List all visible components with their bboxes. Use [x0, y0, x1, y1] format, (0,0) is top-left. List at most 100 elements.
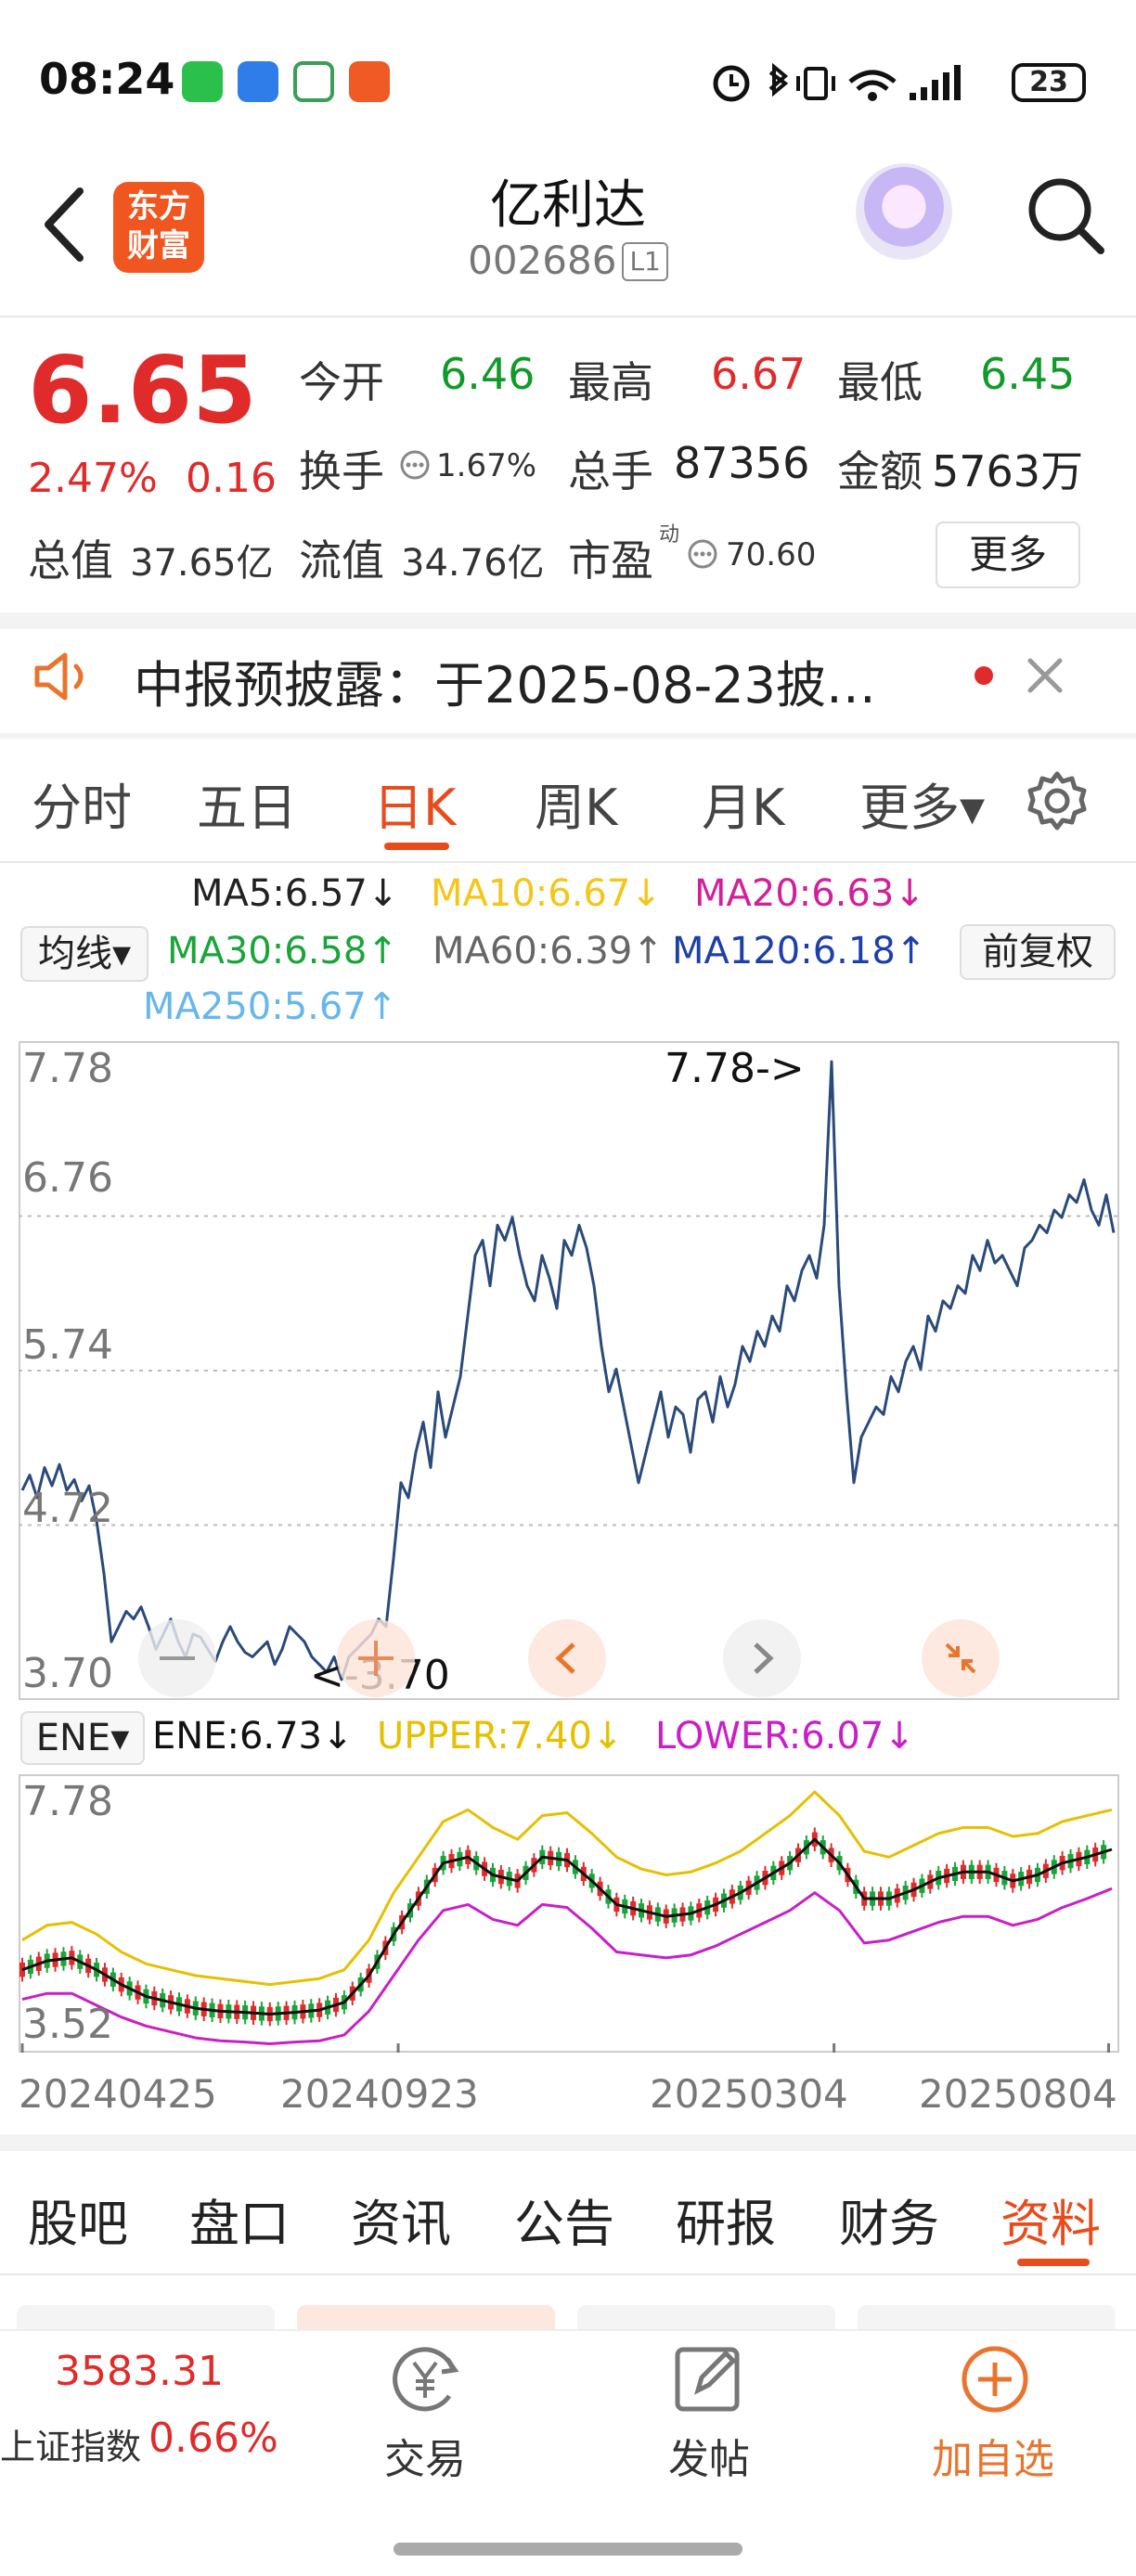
tab-news[interactable]: 资讯: [351, 2183, 451, 2256]
tab-profile[interactable]: 资料: [1000, 2183, 1101, 2256]
divider: [0, 861, 1136, 863]
trade-button[interactable]: 交易: [334, 2426, 516, 2485]
volume-label: 总手: [568, 446, 653, 496]
ma30-label: MA30:6.58↑: [167, 930, 398, 972]
open-value: 6.46: [440, 349, 536, 399]
unread-dot: [975, 666, 993, 685]
indicator-selector[interactable]: ENE▾: [20, 1711, 145, 1765]
info-icon[interactable]: [687, 538, 718, 570]
chart-frame: [19, 1774, 1119, 2053]
status-icons: [713, 62, 961, 102]
y-tick: 7.78: [22, 1045, 113, 1092]
section-gap: [0, 733, 1136, 739]
trade-yen-icon[interactable]: [384, 2342, 468, 2416]
ma5-label: MA5:6.57↓: [191, 872, 399, 915]
tab-research[interactable]: 研报: [676, 2183, 776, 2256]
add-watchlist-button[interactable]: 加自选: [902, 2426, 1084, 2485]
collapse-icon[interactable]: [919, 1616, 1002, 1700]
low-label: 最低: [837, 357, 923, 407]
price-chart[interactable]: [19, 1041, 1119, 1700]
tab-financials[interactable]: 财务: [839, 2183, 939, 2256]
speaker-icon: [34, 652, 84, 701]
wifi-icon: [848, 70, 897, 101]
ma120-label: MA120:6.18↑: [672, 930, 927, 972]
active-tab-indicator: [1017, 2259, 1090, 2266]
section-gap: [0, 612, 1136, 629]
home-indicator[interactable]: [394, 2543, 742, 2556]
pe-dynamic-mark: 动: [659, 523, 680, 547]
notice-text[interactable]: 中报预披露：于2025-08-23披…: [134, 644, 876, 717]
add-circle-icon[interactable]: [958, 2342, 1032, 2416]
ene-chart[interactable]: [19, 1774, 1119, 2053]
chevron-right-icon[interactable]: [720, 1616, 804, 1700]
ma250-label: MA250:5.67↑: [143, 985, 398, 1028]
pe-label: 市盈: [568, 535, 653, 586]
ma10-label: MA10:6.67↓: [431, 872, 662, 915]
ma60-label: MA60:6.39↑: [432, 930, 664, 972]
change-percent: 2.47%: [28, 455, 158, 502]
tab-forum[interactable]: 股吧: [28, 2183, 128, 2256]
tab-monthly-k[interactable]: 月K: [702, 766, 784, 840]
ene-label: ENE:6.73↓: [152, 1715, 354, 1758]
index-name[interactable]: 上证指数: [0, 2418, 141, 2469]
float-cap-label: 流值: [299, 535, 384, 586]
change-value: 0.16: [186, 455, 277, 502]
amount-label: 金额: [837, 446, 923, 496]
tab-daily-k[interactable]: 日K: [373, 766, 456, 840]
close-icon[interactable]: [1025, 655, 1065, 696]
post-edit-icon[interactable]: [670, 2342, 748, 2416]
active-tab-indicator: [384, 843, 449, 850]
info-icon[interactable]: [399, 449, 431, 481]
ene-upper-label: UPPER:7.40↓: [377, 1715, 624, 1758]
y-tick: 5.74: [22, 1321, 113, 1369]
stock-code: 002686 L1: [0, 238, 1136, 283]
tab-announcements[interactable]: 公告: [514, 2183, 614, 2256]
market-level-badge: L1: [622, 242, 668, 281]
y-tick: 3.52: [22, 2001, 113, 2048]
adjust-button[interactable]: 前复权: [960, 924, 1116, 980]
bluetooth-icon: [768, 62, 789, 97]
y-tick: 6.76: [22, 1154, 113, 1202]
zoom-in-button[interactable]: [334, 1616, 418, 1700]
x-tick: 20240923: [280, 2071, 479, 2117]
tab-more[interactable]: 更多▾: [859, 766, 985, 840]
y-tick: 7.78: [22, 1778, 113, 1825]
section-gap: [0, 2134, 1136, 2151]
tab-intraday[interactable]: 分时: [32, 766, 132, 840]
pe-value: 70.60: [726, 536, 817, 573]
current-price: 6.65: [28, 336, 257, 444]
zoom-out-button[interactable]: [136, 1616, 219, 1700]
turnover-label: 换手: [299, 446, 384, 496]
index-value[interactable]: 3583.31: [0, 2348, 278, 2395]
stock-name: 亿利达: [490, 175, 646, 236]
low-value: 6.45: [980, 349, 1076, 399]
x-tick: 20240425: [19, 2071, 217, 2117]
chevron-left-icon[interactable]: [525, 1616, 609, 1700]
ma-selector[interactable]: 均线▾: [20, 926, 148, 982]
signal-icon: [910, 65, 961, 100]
amount-value: 5763万: [932, 446, 1084, 496]
app-icon: [349, 61, 390, 102]
market-cap-value: 37.65亿: [130, 542, 274, 585]
alarm-icon: [713, 65, 750, 102]
post-button[interactable]: 发帖: [618, 2426, 800, 2485]
tab-five-day[interactable]: 五日: [197, 766, 297, 840]
app-icon: [293, 61, 334, 102]
more-quote-button[interactable]: 更多: [936, 522, 1080, 588]
wechat-icon: [182, 61, 223, 102]
high-value: 6.67: [711, 349, 807, 399]
settings-gear-icon[interactable]: [1025, 768, 1090, 833]
tab-weekly-k[interactable]: 周K: [535, 766, 617, 840]
tab-order-book[interactable]: 盘口: [189, 2183, 290, 2256]
index-change[interactable]: 0.66%: [148, 2415, 278, 2462]
float-cap-value: 34.76亿: [401, 542, 545, 585]
volume-value: 87356: [674, 438, 810, 488]
ai-assistant-avatar[interactable]: [856, 163, 952, 260]
x-tick: 20250304: [650, 2071, 848, 2117]
message-icon: [238, 61, 278, 102]
battery-icon: 23: [1012, 63, 1086, 102]
x-tick: 20250804: [919, 2071, 1117, 2117]
ma20-label: MA20:6.63↓: [694, 872, 925, 915]
open-label: 今开: [299, 357, 384, 407]
search-icon[interactable]: [1023, 173, 1106, 256]
